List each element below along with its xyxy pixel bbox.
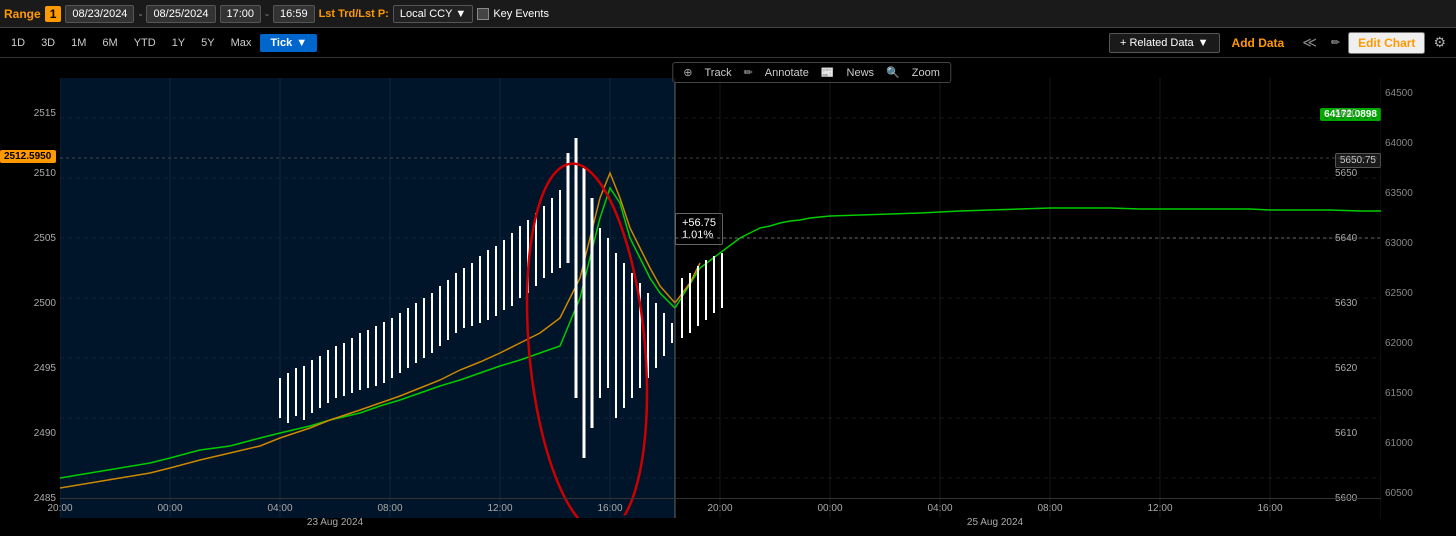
range-label: Range (4, 7, 41, 21)
zoom-button[interactable]: Zoom (912, 66, 940, 79)
r-label-63500: 63500 (1385, 188, 1413, 199)
time-to[interactable]: 16:59 (273, 5, 315, 23)
period-max[interactable]: Max (224, 34, 259, 52)
x-time-0400: 04:00 (267, 503, 292, 514)
r-label-64000: 64000 (1385, 138, 1413, 149)
r-label-61000: 61000 (1385, 438, 1413, 449)
annotate-button[interactable]: Annotate (765, 66, 809, 79)
r-label-62000: 62000 (1385, 338, 1413, 349)
key-events-label: Key Events (493, 8, 549, 20)
main-chart-svg (60, 78, 1381, 518)
current-price-label: 2512.5950 (0, 150, 56, 163)
x-time-0000b: 00:00 (817, 503, 842, 514)
period-1m[interactable]: 1M (64, 34, 93, 52)
gear-icon[interactable]: ⚙ (1427, 32, 1452, 53)
time-from[interactable]: 17:00 (220, 5, 262, 23)
r-label-62500: 62500 (1385, 288, 1413, 299)
y-label-2500: 2500 (34, 298, 56, 309)
lst-label: Lst Trd/Lst P: (319, 8, 389, 20)
r-label-64500: 64500 (1385, 88, 1413, 99)
second-bar: 1D 3D 1M 6M YTD 1Y 5Y Max Tick ▼ + Relat… (0, 28, 1456, 58)
y-axis-left: 2512.5950 2515 2510 2505 2500 2495 2490 … (0, 78, 60, 518)
pencil-icon[interactable]: ✏ (1325, 34, 1346, 51)
period-1d[interactable]: 1D (4, 34, 32, 52)
period-3d[interactable]: 3D (34, 34, 62, 52)
crosshair-icon: ⊕ (683, 66, 692, 79)
time-dash: - (265, 7, 269, 21)
date-from[interactable]: 08/23/2024 (65, 5, 134, 23)
double-arrow-icon[interactable]: ≪ (1296, 32, 1323, 53)
x-time-0800: 08:00 (377, 503, 402, 514)
x-time-0000: 00:00 (157, 503, 182, 514)
edit-chart-button[interactable]: Edit Chart (1348, 32, 1425, 54)
news-icon: 📰 (821, 66, 835, 79)
y-label-2505: 2505 (34, 233, 56, 244)
x-time-1600: 16:00 (597, 503, 622, 514)
related-data-button[interactable]: + Related Data ▼ (1109, 33, 1220, 53)
y-label-2510: 2510 (34, 168, 56, 179)
dash-sep: - (138, 7, 142, 21)
period-1y[interactable]: 1Y (165, 34, 192, 52)
y-label-2515: 2515 (34, 108, 56, 119)
annotate-icon: ✏ (744, 66, 753, 79)
date-to[interactable]: 08/25/2024 (146, 5, 215, 23)
x-time-0400b: 04:00 (927, 503, 952, 514)
chart-area: ⊕ Track ✏ Annotate 📰 News 🔍 Zoom 2512.59… (0, 58, 1456, 536)
r-label-61500: 61500 (1385, 388, 1413, 399)
period-5y[interactable]: 5Y (194, 34, 221, 52)
x-date-23aug: 23 Aug 2024 (307, 517, 363, 528)
add-data-button[interactable]: Add Data (1222, 33, 1295, 53)
x-time-1200b: 12:00 (1147, 503, 1172, 514)
y-label-2495: 2495 (34, 363, 56, 374)
x-time-1600b: 16:00 (1257, 503, 1282, 514)
ccy-dropdown-icon: ▼ (455, 8, 466, 20)
tick-dropdown-icon: ▼ (296, 37, 307, 49)
r-label-60500: 60500 (1385, 488, 1413, 499)
x-time-0800b: 08:00 (1037, 503, 1062, 514)
zoom-icon: 🔍 (886, 66, 900, 79)
related-dropdown-icon: ▼ (1198, 37, 1209, 49)
key-events-wrap[interactable]: Key Events (477, 8, 549, 20)
top-bar: Range 1 08/23/2024 - 08/25/2024 17:00 - … (0, 0, 1456, 28)
x-time-2000b: 20:00 (707, 503, 732, 514)
news-button[interactable]: News (847, 66, 875, 79)
r-label-63000: 63000 (1385, 238, 1413, 249)
track-button[interactable]: Track (704, 66, 731, 79)
x-axis: 20:00 00:00 04:00 08:00 12:00 16:00 20:0… (60, 498, 1381, 536)
x-date-25aug: 25 Aug 2024 (967, 517, 1023, 528)
period-ytd[interactable]: YTD (127, 34, 163, 52)
x-time-1200: 12:00 (487, 503, 512, 514)
period-6m[interactable]: 6M (95, 34, 124, 52)
key-events-checkbox[interactable] (477, 8, 489, 20)
range-value: 1 (45, 6, 62, 22)
y-label-2490: 2490 (34, 428, 56, 439)
x-time-2000: 20:00 (47, 503, 72, 514)
ccy-selector[interactable]: Local CCY ▼ (393, 5, 473, 23)
chart-toolbar: ⊕ Track ✏ Annotate 📰 News 🔍 Zoom (672, 62, 951, 83)
tick-button[interactable]: Tick ▼ (260, 34, 317, 52)
y-axis-right-outer: 64500 64000 63500 63000 62500 62000 6150… (1381, 78, 1456, 518)
